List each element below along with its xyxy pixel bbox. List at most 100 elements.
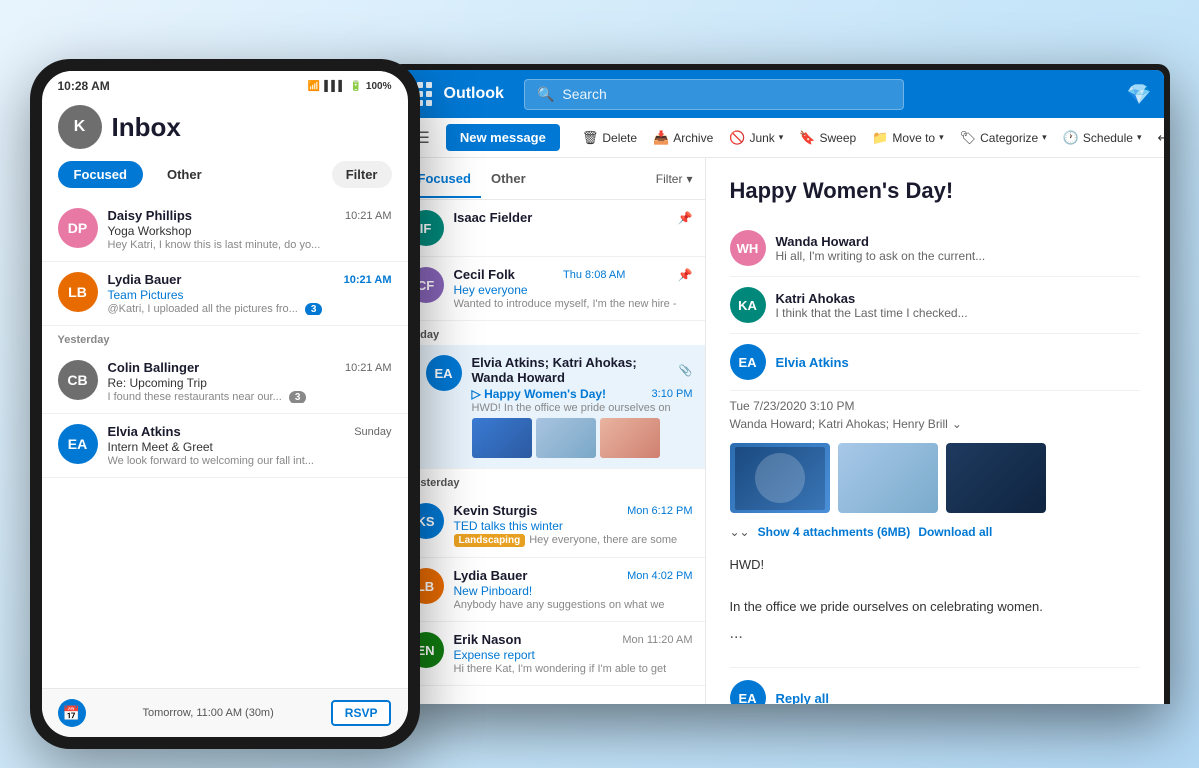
categorize-icon: 🏷 <box>960 130 977 146</box>
phone-inbox-title: Inbox <box>112 112 181 143</box>
mail-preview: Hey Katri, I know this is last minute, d… <box>108 239 392 251</box>
download-all-link[interactable]: Download all <box>918 525 992 539</box>
mail-sender: Lydia Bauer <box>108 272 182 287</box>
categorize-button[interactable]: 🏷 Categorize ▾ <box>954 126 1053 150</box>
mail-preview: I found these restaurants near our... 3 <box>108 391 392 403</box>
desktop: Outlook 🔍 Search 💎 ☰ New message 🗑 Delet… <box>390 64 1170 704</box>
mail-subject: New Pinboard! <box>454 584 693 598</box>
mail-preview: LandscapingHey everyone, there are some <box>454 534 693 547</box>
sweep-button[interactable]: 🔖 Sweep <box>793 126 862 150</box>
phone-footer-banner: 📅 Tomorrow, 11:00 AM (30m) RSVP <box>42 688 408 737</box>
mail-sender: Erik Nason <box>454 632 522 647</box>
reading-email-to: Wanda Howard; Katri Ahokas; Henry Brill … <box>730 417 1140 431</box>
mail-preview: Anybody have any suggestions on what we <box>454 599 693 611</box>
reading-email-meta: Tue 7/23/2020 3:10 PM <box>730 399 1140 413</box>
app-name: Outlook <box>444 85 504 103</box>
junk-caret: ▾ <box>779 132 784 143</box>
mail-time: Mon 6:12 PM <box>627 505 692 517</box>
pin-icon: 📌 <box>678 268 693 282</box>
mail-item[interactable]: IF Isaac Fielder 📌 <box>396 200 705 257</box>
phone-filter-button[interactable]: Filter <box>332 161 392 188</box>
reading-contact-info: Elvia Atkins <box>776 355 1140 370</box>
undo-icon: ↩ <box>1157 130 1163 146</box>
desktop-screen: Outlook 🔍 Search 💎 ☰ New message 🗑 Delet… <box>396 70 1164 704</box>
battery-icon: 🔋 <box>349 81 361 92</box>
reply-all-button[interactable]: Reply all <box>776 691 829 704</box>
schedule-button[interactable]: 🕐 Schedule ▾ <box>1057 126 1148 150</box>
sweep-icon: 🔖 <box>799 130 815 146</box>
avatar: KA <box>730 287 766 323</box>
mail-sender: Daisy Phillips <box>108 208 193 223</box>
phone-mail-content: Colin Ballinger 10:21 AM Re: Upcoming Tr… <box>108 360 392 403</box>
phone-header: K Inbox <box>42 97 408 161</box>
reading-contact-row[interactable]: EA Elvia Atkins <box>730 334 1140 391</box>
delete-button[interactable]: 🗑 Delete <box>576 126 643 150</box>
archive-icon: 📥 <box>653 130 669 146</box>
phone-mail-item[interactable]: CB Colin Ballinger 10:21 AM Re: Upcoming… <box>42 350 408 414</box>
gem-icon: 💎 <box>1127 82 1152 107</box>
mail-list-panel: Focused Other Filter ▾ IF Isaac Fielder <box>396 158 706 704</box>
junk-button[interactable]: 🚫 Junk ▾ <box>723 126 789 150</box>
phone-mail-content: Lydia Bauer 10:21 AM Team Pictures @Katr… <box>108 272 392 315</box>
undo-button[interactable]: ↩ Undo <box>1151 126 1163 150</box>
phone-mail-item[interactable]: LB Lydia Bauer 10:21 AM Team Pictures @K… <box>42 262 408 326</box>
show-attachments-icon: ⌄⌄ <box>730 525 750 539</box>
archive-button[interactable]: 📥 Archive <box>647 126 719 150</box>
rsvp-button[interactable]: RSVP <box>331 700 392 726</box>
mail-time: Sunday <box>354 426 391 438</box>
mail-preview: @Katri, I uploaded all the pictures fro.… <box>108 303 392 315</box>
mail-filter-button[interactable]: Filter ▾ <box>656 172 693 186</box>
phone-mail-list: DP Daisy Phillips 10:21 AM Yoga Workshop… <box>42 198 408 688</box>
avatar: EA <box>730 344 766 380</box>
mail-sender: Colin Ballinger <box>108 360 200 375</box>
search-icon: 🔍 <box>537 86 554 103</box>
attachment-thumb <box>536 418 596 458</box>
mail-subject: ▷ Happy Women's Day! <box>472 387 607 401</box>
phone-mail-item[interactable]: EA Elvia Atkins Sunday Intern Meet & Gre… <box>42 414 408 478</box>
move-to-button[interactable]: 📁 Move to ▾ <box>866 126 949 150</box>
reading-contact-row[interactable]: KA Katri Ahokas I think that the Last ti… <box>730 277 1140 334</box>
phone-icons: 📶 ▌▌▌ 🔋 100% <box>308 81 392 92</box>
mail-subject: Team Pictures <box>108 288 392 302</box>
phone-status-bar: 10:28 AM 📶 ▌▌▌ 🔋 100% <box>42 71 408 97</box>
avatar: EA <box>426 355 462 391</box>
show-attachments-link[interactable]: Show 4 attachments (6MB) <box>758 525 911 539</box>
categorize-caret: ▾ <box>1042 132 1047 143</box>
mail-sender: Elvia Atkins <box>108 424 181 439</box>
mail-item[interactable]: CF Cecil Folk Thu 8:08 AM 📌 Hey everyone… <box>396 257 705 321</box>
outlook-toolbar: ☰ New message 🗑 Delete 📥 Archive 🚫 Junk … <box>396 118 1164 158</box>
mail-items: IF Isaac Fielder 📌 CF <box>396 200 705 704</box>
mail-time: Mon 11:20 AM <box>622 634 692 646</box>
reading-ellipsis: ... <box>730 625 1140 643</box>
search-box[interactable]: 🔍 Search <box>524 79 904 110</box>
new-message-button[interactable]: New message <box>446 124 560 151</box>
phone-mail-content: Elvia Atkins Sunday Intern Meet & Greet … <box>108 424 392 467</box>
tab-other[interactable]: Other <box>481 161 536 198</box>
reading-contact-row[interactable]: WH Wanda Howard Hi all, I'm writing to a… <box>730 220 1140 277</box>
phone-mail-content: Daisy Phillips 10:21 AM Yoga Workshop He… <box>108 208 392 251</box>
attachment-icon: 📎 <box>679 364 693 377</box>
phone-tab-focused[interactable]: Focused <box>58 161 143 188</box>
reading-contact-info: Wanda Howard Hi all, I'm writing to ask … <box>776 234 1140 263</box>
mail-item-selected[interactable]: EA Elvia Atkins; Katri Ahokas; Wanda How… <box>396 345 705 469</box>
reading-body-line2: In the office we pride ourselves on cele… <box>730 597 1140 618</box>
contact-preview: I think that the Last time I checked... <box>776 306 1140 320</box>
avatar[interactable]: K <box>58 105 102 149</box>
mail-item[interactable]: KS Kevin Sturgis Mon 6:12 PM TED talks t… <box>396 493 705 558</box>
mail-subject: Expense report <box>454 648 693 662</box>
mail-preview: Wanted to introduce myself, I'm the new … <box>454 298 693 310</box>
avatar: EA <box>730 680 766 704</box>
mail-tabs-row: Focused Other Filter ▾ <box>396 158 705 200</box>
schedule-caret: ▾ <box>1137 132 1142 143</box>
phone-section-yesterday: Yesterday <box>42 326 408 350</box>
expand-recipients-icon[interactable]: ⌄ <box>952 417 962 431</box>
mail-subject: Intern Meet & Greet <box>108 440 392 454</box>
phone-footer-text: Tomorrow, 11:00 AM (30m) <box>143 707 274 719</box>
outlook-main: Focused Other Filter ▾ IF Isaac Fielder <box>396 158 1164 704</box>
phone-mail-item[interactable]: DP Daisy Phillips 10:21 AM Yoga Workshop… <box>42 198 408 262</box>
moveto-caret: ▾ <box>939 132 944 143</box>
phone-tab-other[interactable]: Other <box>151 161 218 188</box>
mail-item[interactable]: EN Erik Nason Mon 11:20 AM Expense repor… <box>396 622 705 686</box>
mail-time: 3:10 PM <box>652 388 693 400</box>
mail-item[interactable]: LB Lydia Bauer Mon 4:02 PM New Pinboard!… <box>396 558 705 622</box>
